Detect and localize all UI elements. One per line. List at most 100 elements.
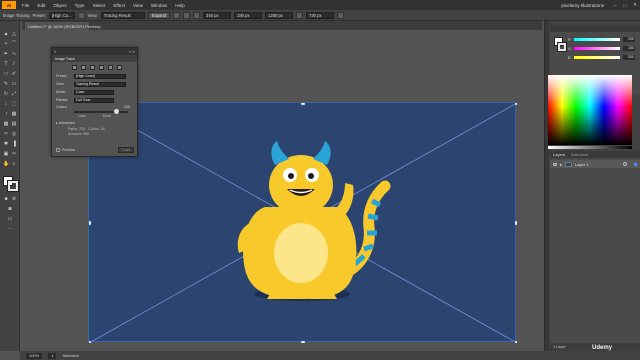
colors-slider[interactable] [74,109,128,114]
direct-selection-tool-icon[interactable]: △ [11,31,17,37]
eraser-icon[interactable]: ▭ [11,81,17,87]
artboard-tool-icon[interactable]: ▣ [3,151,9,157]
layer-target-icon[interactable] [623,162,627,166]
document-tab[interactable]: Untitled-7* @ 100% (RGB/GPU Preview) [24,21,101,30]
trace-view-dropdown[interactable]: Tracing Result [74,81,126,87]
zoom-tool-icon[interactable]: ⌕ [11,161,17,167]
menu-effect[interactable]: Effect [109,3,129,8]
edit-toolbar-icon[interactable]: ⋯ [7,226,13,232]
trace-button[interactable]: Trace [118,147,134,153]
height-field[interactable]: 720 px [306,11,334,19]
paintbrush-icon[interactable]: ✐ [11,71,17,77]
colors-slider-knob[interactable] [113,109,119,114]
trace-colors-value[interactable]: 100 [124,105,130,109]
shape-builder-icon[interactable]: ◔ [3,111,9,117]
green-slider[interactable] [574,47,621,50]
scale-tool-icon[interactable]: ⤢ [11,91,17,97]
trace-palette-dropdown[interactable]: Full Tone [74,97,114,103]
lasso-icon[interactable]: ⌒ [11,41,17,47]
preview-checkbox[interactable] [56,148,60,152]
mesh-tool-icon[interactable]: ▩ [3,121,9,127]
trace-panel-header[interactable]: « ≡ ✕ [52,48,137,55]
rectangle-tool-icon[interactable]: □ [3,71,9,77]
menu-help[interactable]: Help [171,3,188,8]
slice-tool-icon[interactable]: ✂ [11,151,17,157]
color-spectrum[interactable] [548,75,632,145]
green-value[interactable]: 255 [623,46,636,51]
color-panel-header[interactable] [550,25,640,32]
minimize-icon[interactable]: – [610,3,620,8]
artboard-number-field[interactable]: 1 [48,352,57,359]
x-field[interactable]: 340 px [203,11,231,19]
transform-icon[interactable] [183,11,190,19]
none-mode-icon[interactable]: ⊘ [11,196,17,202]
black-white-icon[interactable] [108,65,113,70]
y-field[interactable]: 180 px [234,11,262,19]
line-tool-icon[interactable]: / [11,61,17,67]
grayscale-icon[interactable] [99,65,104,70]
auto-color-icon[interactable] [72,65,77,70]
trace-preset-dropdown[interactable]: [High Color] [74,73,126,79]
width-field[interactable]: 1280 px [265,11,293,19]
menu-type[interactable]: Type [71,3,89,8]
rotate-tool-icon[interactable]: ↻ [3,91,9,97]
low-color-icon[interactable] [90,65,95,70]
collapse-icon[interactable]: « [54,50,56,54]
free-transform-icon[interactable]: ⬚ [11,101,17,107]
blue-slider[interactable] [573,56,620,59]
layer-name[interactable]: Layer 1 [575,162,588,167]
gradient-tool-icon[interactable]: ▤ [11,121,17,127]
curvature-tool-icon[interactable]: ∿ [11,51,17,57]
panel-menu-icon[interactable]: ≡ ✕ [129,50,135,54]
trace-mode-dropdown[interactable]: Color [74,89,114,95]
perspective-grid-icon[interactable]: ▦ [11,111,17,117]
link-proportions-icon[interactable] [296,11,303,19]
graph-tool-icon[interactable]: ▐ [11,141,17,147]
high-color-icon[interactable] [81,65,86,70]
close-icon[interactable]: ✕ [630,2,640,8]
menu-view[interactable]: View [129,3,147,8]
menu-object[interactable]: Object [49,3,70,8]
maximize-icon[interactable]: □ [620,3,630,8]
zoom-field[interactable]: 100% [26,352,43,359]
grayscale-ramp[interactable] [548,146,632,149]
advanced-toggle[interactable]: ▸ Advanced [52,118,137,125]
layer-row[interactable]: ▸ Layer 1 [550,160,640,168]
preset-dropdown[interactable]: [High Co... [48,11,75,19]
pen-tool-icon[interactable]: ✒ [3,51,9,57]
eyedropper-icon[interactable]: ✑ [3,131,9,137]
color-mode-icon[interactable]: ■ [3,196,9,202]
view-dropdown[interactable]: Tracing Result [100,11,145,19]
pencil-icon[interactable]: ✎ [3,81,9,87]
menu-window[interactable]: Window [147,3,171,8]
red-value[interactable]: 255 [622,37,635,42]
tab-layers[interactable]: Layers [553,152,565,157]
color-stroke-swatch[interactable] [557,42,567,52]
trace-panel-icon[interactable] [77,11,85,19]
red-slider[interactable] [573,38,620,41]
expand-button[interactable]: Expand [147,11,170,19]
type-tool-icon[interactable]: T [3,61,9,67]
reference-point-icon[interactable] [193,11,200,19]
arrange-icon[interactable] [337,11,344,19]
magic-wand-icon[interactable]: ✧ [3,41,9,47]
expand-arrow-icon[interactable]: ▸ [560,162,562,167]
width-tool-icon[interactable]: ↕ [3,101,9,107]
align-icon[interactable] [173,11,180,19]
symbol-sprayer-icon[interactable]: ✱ [3,141,9,147]
workspace-switcher[interactable]: pixelamy Illustrations [561,3,610,8]
menu-edit[interactable]: Edit [33,3,49,8]
blend-tool-icon[interactable]: ◎ [11,131,17,137]
artboard[interactable] [88,102,517,343]
screen-mode-icon[interactable]: ▭ [7,216,13,222]
menu-select[interactable]: Select [89,3,110,8]
menu-file[interactable]: File [18,3,33,8]
tab-artboards[interactable]: Artboards [571,152,588,157]
stroke-swatch[interactable] [7,180,19,192]
visibility-eye-icon[interactable] [553,162,557,166]
hand-tool-icon[interactable]: ✋ [3,161,9,167]
draw-mode-icon[interactable]: ◙ [7,206,13,212]
blue-value[interactable]: 255 [622,55,635,60]
selection-tool-icon[interactable]: ▲ [3,31,9,37]
outline-icon[interactable] [117,65,122,70]
